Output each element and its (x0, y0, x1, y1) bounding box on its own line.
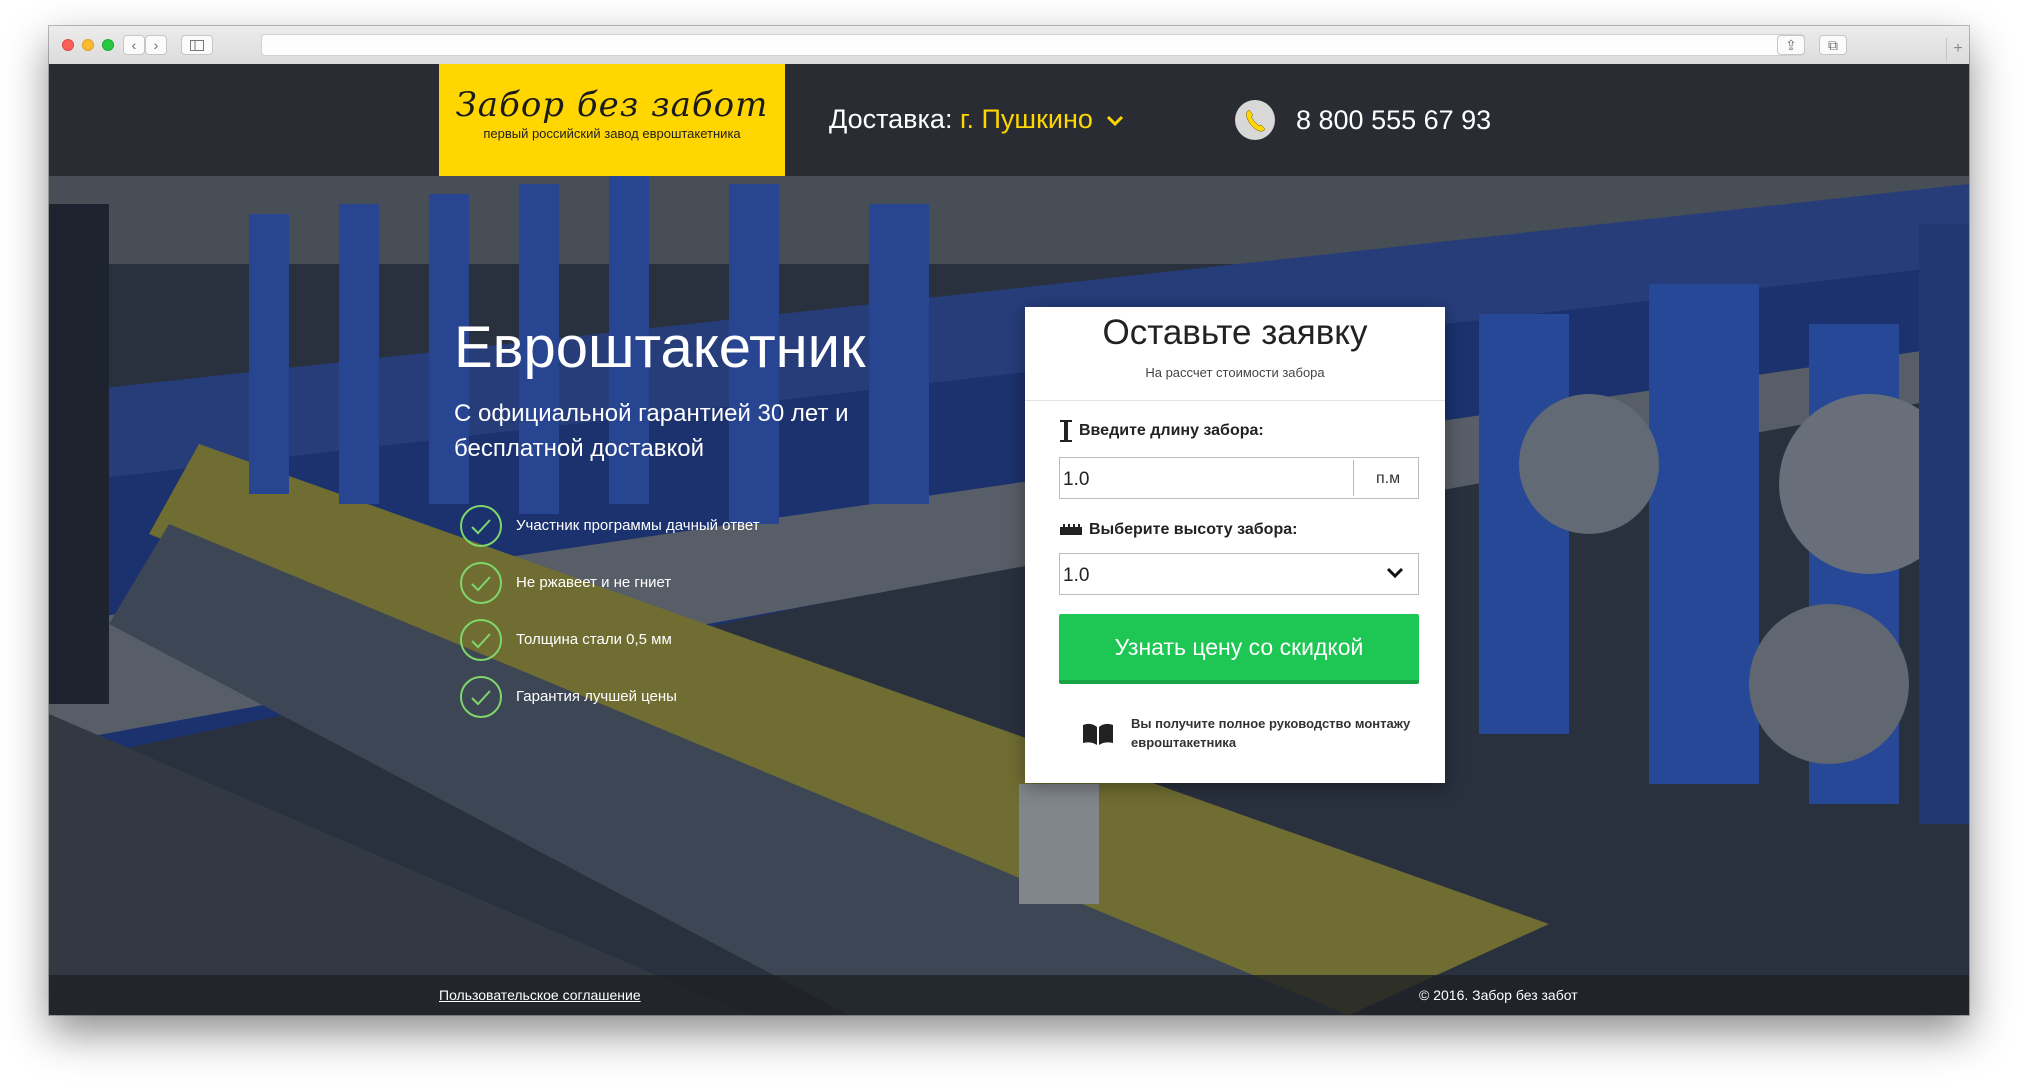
check-circle-icon (460, 562, 502, 604)
new-tab-button[interactable]: + (1946, 38, 1969, 62)
chevron-down-icon (1386, 567, 1404, 579)
background-dim-overlay (49, 64, 1969, 1015)
check-circle-icon (460, 619, 502, 661)
feature-text: Участник программы дачный ответ (516, 517, 760, 534)
delivery-label: Доставка: (829, 104, 953, 134)
length-label: Введите длину забора: (1059, 420, 1264, 442)
form-divider (1025, 400, 1445, 401)
feature-text: Не ржавеет и не гниет (516, 574, 672, 591)
request-form: Оставьте заявку На рассчет стоимости заб… (1025, 307, 1445, 783)
feature-text: Толщина стали 0,5 мм (516, 631, 672, 648)
input-separator (1353, 460, 1354, 496)
book-icon (1083, 723, 1113, 745)
logo-subtitle: первый российский завод евроштакетника (483, 126, 741, 141)
tabs-overview-button[interactable]: ⧉ (1819, 35, 1847, 55)
check-circle-icon (460, 505, 502, 547)
guide-text: Вы получите полное руководство монтажу е… (1131, 716, 1411, 750)
height-value: 1.0 (1063, 565, 1090, 586)
address-bar[interactable]: ↻ (261, 34, 1805, 56)
phone-icon (1235, 100, 1275, 140)
form-note: На рассчет стоимости забора (1145, 365, 1325, 380)
copyright-text: © 2016. Забор без забот (1419, 987, 1578, 1003)
browser-toolbar: ‹ › ↻ ⇪ ⧉ + (49, 26, 1969, 65)
hero-title: Евроштакетник (454, 315, 866, 380)
length-label-text: Введите длину забора: (1079, 422, 1264, 440)
user-agreement-link[interactable]: Пользовательское соглашение (439, 987, 641, 1003)
ruler-icon (1060, 523, 1082, 535)
delivery-city: г. Пушкино (959, 104, 1093, 134)
maximize-window-button[interactable] (102, 39, 114, 51)
feature-text: Гарантия лучшей цены (516, 688, 677, 705)
delivery-city-selector[interactable]: Доставка: г. Пушкино (829, 104, 1124, 135)
get-price-button[interactable]: Узнать цену со скидкой (1059, 614, 1419, 684)
chevron-down-icon (1107, 115, 1124, 126)
height-label-text: Выберите высоту забора: (1089, 521, 1298, 538)
share-button[interactable]: ⇪ (1777, 35, 1805, 55)
site-footer: Пользовательское соглашение © 2016. Забо… (49, 975, 1969, 1015)
sidebar-icon (190, 40, 204, 51)
phone-number[interactable]: 8 800 555 67 93 (1296, 105, 1491, 136)
form-title: Оставьте заявку (1102, 313, 1368, 352)
browser-window: ‹ › ↻ ⇪ ⧉ + (49, 26, 1969, 1015)
logo-title: Забор без забот (455, 85, 769, 125)
back-button[interactable]: ‹ (123, 35, 145, 55)
landing-page: Забор без забот первый российский завод … (49, 64, 1969, 1015)
close-window-button[interactable] (62, 39, 74, 51)
site-logo[interactable]: Забор без забот первый российский завод … (439, 64, 785, 176)
minimize-window-button[interactable] (82, 39, 94, 51)
forward-button[interactable]: › (145, 35, 167, 55)
ruler-vertical-icon (1060, 420, 1072, 442)
length-value: 1.0 (1063, 469, 1090, 490)
hero-subtitle: С официальной гарантией 30 лет и бесплат… (454, 400, 849, 462)
length-unit: п.м (1376, 470, 1401, 487)
length-input[interactable]: 1.0 п.м (1059, 457, 1419, 499)
height-label: Выберите высоту забора: (1059, 521, 1297, 539)
check-circle-icon (460, 676, 502, 718)
height-select[interactable]: 1.0 (1059, 553, 1419, 595)
sidebar-toggle-button[interactable] (181, 35, 213, 55)
site-header: Забор без забот первый российский завод … (49, 64, 1969, 176)
